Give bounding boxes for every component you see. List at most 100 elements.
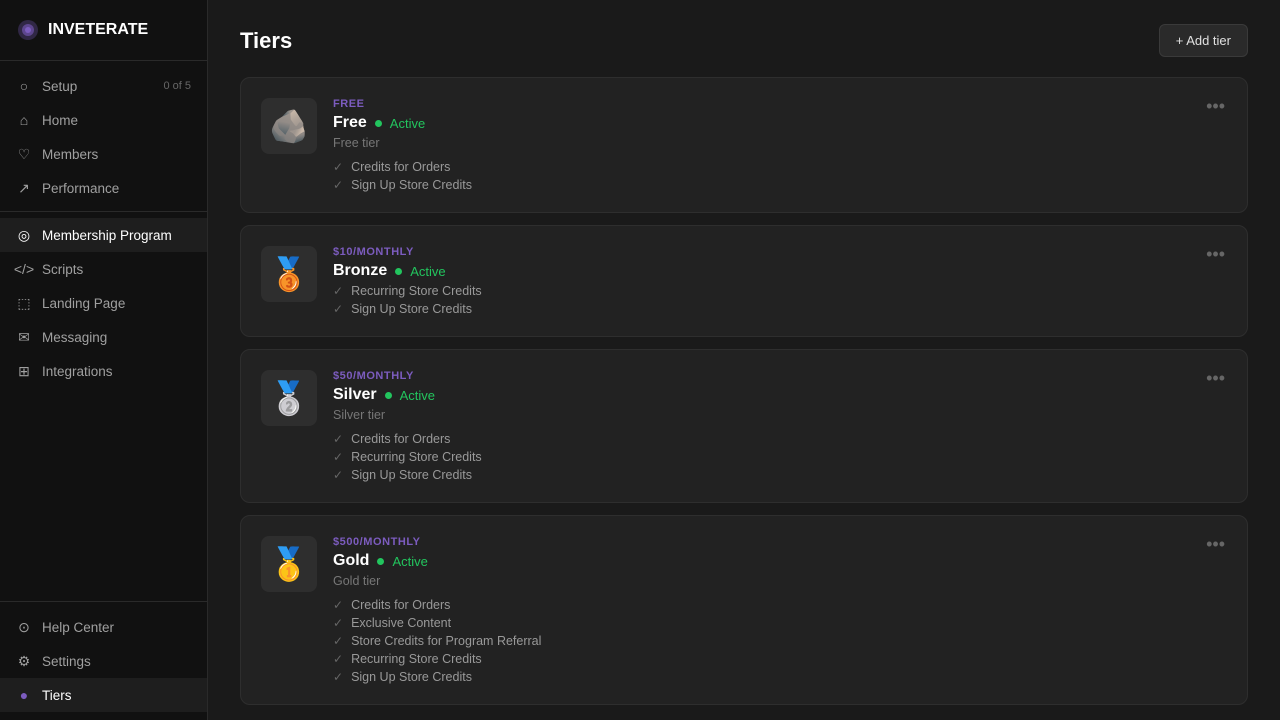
- tier-price-label: $500/MONTHLY: [333, 536, 1227, 548]
- tier-price-label: $50/MONTHLY: [333, 370, 1227, 382]
- feature-label: Sign Up Store Credits: [351, 178, 472, 192]
- sidebar: INVETERATE ○ Setup 0 of 5 ⌂ Home ♡ Membe…: [0, 0, 208, 720]
- sidebar-item-performance[interactable]: ↗ Performance: [0, 171, 207, 205]
- app-logo: INVETERATE: [0, 0, 207, 61]
- feature-label: Sign Up Store Credits: [351, 468, 472, 482]
- tier-card-gold: 🥇 $500/MONTHLY Gold Active Gold tier ✓ C…: [240, 515, 1248, 705]
- tier-icon-free: 🪨: [261, 98, 317, 154]
- tier-body-gold: $500/MONTHLY Gold Active Gold tier ✓ Cre…: [333, 536, 1227, 684]
- tier-body-silver: $50/MONTHLY Silver Active Silver tier ✓ …: [333, 370, 1227, 482]
- tier-price-label: $10/MONTHLY: [333, 246, 1227, 258]
- sidebar-bottom: ⊙ Help Center ⚙ Settings ● Tiers: [0, 601, 207, 720]
- sidebar-item-messaging[interactable]: ✉ Messaging: [0, 320, 207, 354]
- help-center-icon: ⊙: [16, 619, 32, 635]
- add-tier-button[interactable]: + Add tier: [1159, 24, 1248, 57]
- tier-features: ✓ Credits for Orders ✓ Exclusive Content…: [333, 598, 1227, 684]
- landing-page-icon: ⬚: [16, 295, 32, 311]
- check-icon: ✓: [333, 598, 343, 612]
- status-label: Active: [400, 388, 435, 403]
- sidebar-item-label: Settings: [42, 654, 91, 669]
- tier-name-row: Gold Active: [333, 552, 1227, 570]
- sidebar-item-label: Members: [42, 147, 98, 162]
- sidebar-item-members[interactable]: ♡ Members: [0, 137, 207, 171]
- tier-feature: ✓ Credits for Orders: [333, 160, 1227, 174]
- check-icon: ✓: [333, 302, 343, 316]
- main-scroll-area: Tiers + Add tier 🪨 FREE Free Active Free…: [208, 0, 1280, 720]
- sidebar-item-membership-program[interactable]: ◎ Membership Program: [0, 218, 207, 252]
- tier-card-bronze: 🥉 $10/MONTHLY Bronze Active ✓ Recurring …: [240, 225, 1248, 337]
- tier-price-label: FREE: [333, 98, 1227, 110]
- sidebar-item-label: Tiers: [42, 688, 72, 703]
- sidebar-item-scripts[interactable]: </> Scripts: [0, 252, 207, 286]
- check-icon: ✓: [333, 284, 343, 298]
- page-header: Tiers + Add tier: [240, 24, 1248, 57]
- status-label: Active: [410, 264, 445, 279]
- tier-name: Silver: [333, 386, 377, 404]
- tier-features: ✓ Recurring Store Credits ✓ Sign Up Stor…: [333, 284, 1227, 316]
- tier-feature: ✓ Sign Up Store Credits: [333, 670, 1227, 684]
- tier-name: Gold: [333, 552, 369, 570]
- tier-card-silver: 🥈 $50/MONTHLY Silver Active Silver tier …: [240, 349, 1248, 503]
- tier-description: Silver tier: [333, 408, 1227, 422]
- sidebar-item-integrations[interactable]: ⊞ Integrations: [0, 354, 207, 388]
- settings-icon: ⚙: [16, 653, 32, 669]
- check-icon: ✓: [333, 178, 343, 192]
- sidebar-item-label: Membership Program: [42, 228, 172, 243]
- tier-menu-button[interactable]: •••: [1200, 366, 1231, 391]
- check-icon: ✓: [333, 432, 343, 446]
- feature-label: Credits for Orders: [351, 598, 450, 612]
- sidebar-item-tiers[interactable]: ● Tiers: [0, 678, 207, 712]
- status-dot: [375, 120, 382, 127]
- feature-label: Sign Up Store Credits: [351, 302, 472, 316]
- tier-feature: ✓ Sign Up Store Credits: [333, 468, 1227, 482]
- members-icon: ♡: [16, 146, 32, 162]
- sidebar-item-label: Messaging: [42, 330, 107, 345]
- tier-feature: ✓ Credits for Orders: [333, 432, 1227, 446]
- sidebar-item-label: Integrations: [42, 364, 113, 379]
- sidebar-item-label: Performance: [42, 181, 119, 196]
- messaging-icon: ✉: [16, 329, 32, 345]
- tier-name-row: Silver Active: [333, 386, 1227, 404]
- tier-menu-button[interactable]: •••: [1200, 532, 1231, 557]
- sidebar-item-label: Scripts: [42, 262, 83, 277]
- tier-name: Bronze: [333, 262, 387, 280]
- tier-features: ✓ Credits for Orders ✓ Sign Up Store Cre…: [333, 160, 1227, 192]
- nav-divider: [0, 211, 207, 212]
- logo-text: INVETERATE: [48, 21, 148, 39]
- sidebar-item-label: Help Center: [42, 620, 114, 635]
- tier-body-free: FREE Free Active Free tier ✓ Credits for…: [333, 98, 1227, 192]
- check-icon: ✓: [333, 670, 343, 684]
- tier-feature: ✓ Sign Up Store Credits: [333, 178, 1227, 192]
- tier-icon-bronze: 🥉: [261, 246, 317, 302]
- tier-body-bronze: $10/MONTHLY Bronze Active ✓ Recurring St…: [333, 246, 1227, 316]
- setup-icon: ○: [16, 78, 32, 94]
- tiers-list: 🪨 FREE Free Active Free tier ✓ Credits f…: [240, 77, 1248, 705]
- membership-icon: ◎: [16, 227, 32, 243]
- tier-menu-button[interactable]: •••: [1200, 242, 1231, 267]
- main-content-area: Tiers + Add tier 🪨 FREE Free Active Free…: [208, 0, 1280, 720]
- home-icon: ⌂: [16, 112, 32, 128]
- sidebar-item-landing-page[interactable]: ⬚ Landing Page: [0, 286, 207, 320]
- sidebar-item-setup[interactable]: ○ Setup 0 of 5: [0, 69, 207, 103]
- tier-description: Free tier: [333, 136, 1227, 150]
- feature-label: Sign Up Store Credits: [351, 670, 472, 684]
- sidebar-item-home[interactable]: ⌂ Home: [0, 103, 207, 137]
- sidebar-item-label: Landing Page: [42, 296, 125, 311]
- sidebar-nav: ○ Setup 0 of 5 ⌂ Home ♡ Members ↗ Perfor…: [0, 61, 207, 601]
- feature-label: Credits for Orders: [351, 160, 450, 174]
- tier-description: Gold tier: [333, 574, 1227, 588]
- tier-feature: ✓ Sign Up Store Credits: [333, 302, 1227, 316]
- status-label: Active: [390, 116, 425, 131]
- logo-icon: [16, 18, 40, 42]
- tier-menu-button[interactable]: •••: [1200, 94, 1231, 119]
- status-dot: [377, 558, 384, 565]
- sidebar-item-help-center[interactable]: ⊙ Help Center: [0, 610, 207, 644]
- tier-name-row: Bronze Active: [333, 262, 1227, 280]
- tiers-icon: ●: [16, 687, 32, 703]
- check-icon: ✓: [333, 634, 343, 648]
- sidebar-item-settings[interactable]: ⚙ Settings: [0, 644, 207, 678]
- check-icon: ✓: [333, 468, 343, 482]
- feature-label: Exclusive Content: [351, 616, 451, 630]
- feature-label: Credits for Orders: [351, 432, 450, 446]
- status-label: Active: [392, 554, 427, 569]
